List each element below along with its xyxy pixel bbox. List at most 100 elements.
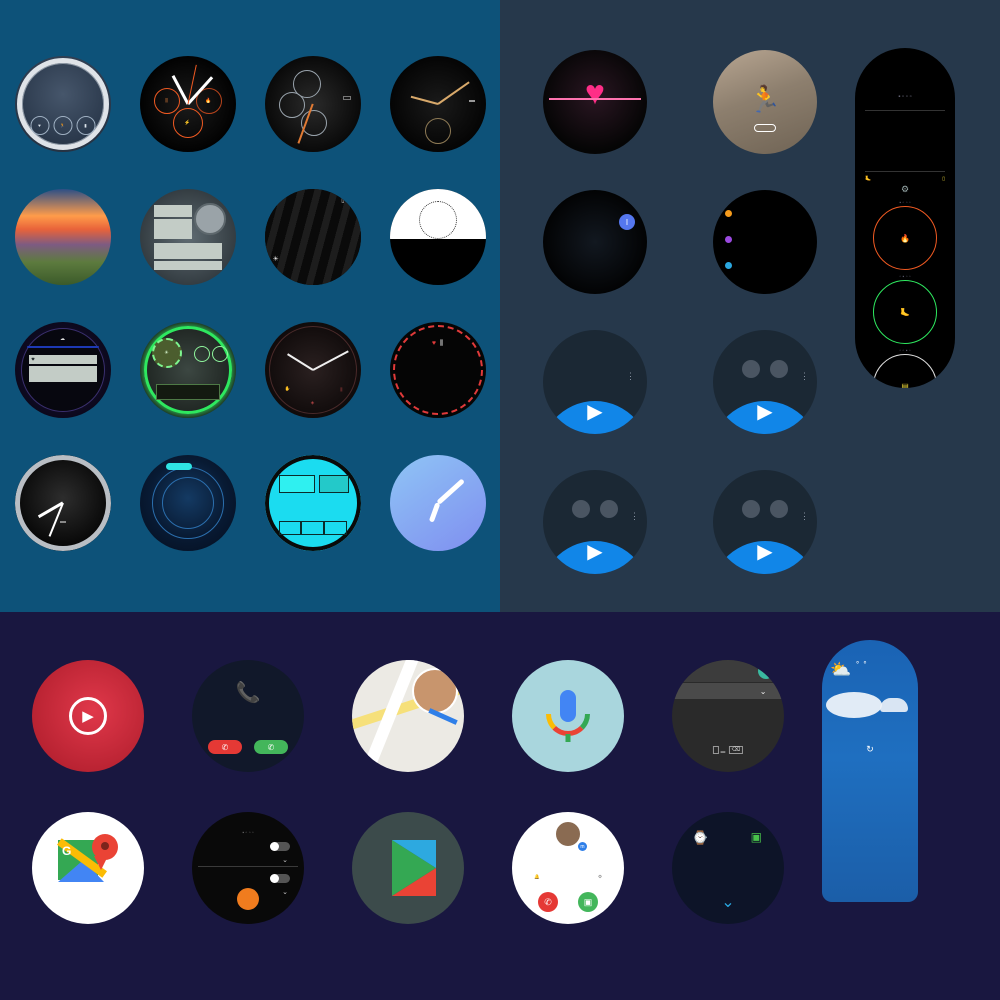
watch-face-item-simple[interactable]	[375, 455, 500, 588]
cloud-icon: ☁	[60, 336, 65, 342]
decrement-button[interactable]	[770, 360, 788, 378]
watch-preview-go: ▶ ⋮	[543, 330, 647, 434]
watch-face-item-outdoor[interactable]: ☁ ♥	[0, 322, 125, 455]
decline-call-icon[interactable]: ✆	[538, 892, 558, 912]
chevron-down-icon[interactable]: ⌄	[760, 687, 767, 696]
play-icon[interactable]: ▶	[587, 399, 602, 424]
sun-icon: ☀	[272, 256, 279, 263]
bezel-ring	[16, 58, 109, 150]
play-icon[interactable]: ▶	[69, 697, 107, 735]
alarm-1-toggle[interactable]	[270, 842, 290, 851]
decrement-button[interactable]	[770, 500, 788, 518]
decrement-button[interactable]	[600, 500, 618, 518]
workout-item-calorie[interactable]: ▶ ⋮	[680, 470, 850, 610]
bell-icon: 🔔	[534, 874, 540, 879]
smart-item-keyboard[interactable]: ✓ ⌄ ▁ ⌫	[648, 660, 808, 812]
smart-item-google-maps[interactable]: G	[8, 812, 168, 964]
watch-face-item-explorer[interactable]: ☀	[125, 322, 250, 455]
workout-grid: ♥ 🏃 I ▶ ⋮ ▶ ⋮ ▶ ⋮ ▶ ⋮	[510, 50, 850, 610]
workout-item-duration[interactable]: ▶ ⋮	[680, 330, 850, 470]
play-icon[interactable]: ▶	[587, 539, 602, 564]
steps-dot-icon	[725, 210, 732, 217]
workout-item-target-setting[interactable]: I	[510, 190, 680, 330]
workout-item-heart-rate[interactable]: ♥	[510, 50, 680, 190]
watch-preview-gallery	[14, 189, 111, 285]
play-icon[interactable]: ▶	[757, 399, 772, 424]
chevron-down-icon[interactable]: ⌄	[282, 888, 288, 896]
watch-face-panel: ♥ 🏃 ▮ ⫼ 🔥 ⚡ ▯ ☀ ☁ ♥ ☀ ✋ ⫼ ◈ ♥ ⫼	[0, 0, 500, 612]
more-dots-icon[interactable]: ⋮	[800, 371, 809, 381]
steps-readout: 🦶	[865, 176, 871, 182]
workout-item-distance[interactable]: ▶ ⋮	[510, 470, 680, 610]
workout-item-go[interactable]: ▶ ⋮	[510, 330, 680, 470]
watch-face-item-sport[interactable]: ▯ ☀	[250, 189, 375, 322]
more-dots-icon[interactable]: ⋮	[626, 371, 635, 381]
minute-hand	[436, 81, 470, 105]
watch-face-item-dual-city[interactable]	[375, 56, 500, 189]
workout-report-item[interactable]: ▪ ▫ ▫ ▫ 🦶 ▯ ⚙ ▪ ▫ ▫ ▫ 🔥 ▫ ▪ ▫ ▫ 🦶 ▫ ▫ ▪ …	[855, 48, 955, 394]
hr-value: ♥	[31, 356, 35, 363]
watch-face-item-classic[interactable]	[0, 455, 125, 588]
page-dots: ▪ ▫ ▫ ▫	[242, 830, 254, 836]
alarm-2-toggle[interactable]	[270, 874, 290, 883]
increment-button[interactable]	[742, 360, 760, 378]
smart-item-notification[interactable]: ⌚ ▣ ⌄	[648, 812, 808, 964]
smart-item-maps-nav[interactable]	[328, 660, 488, 812]
watch-preview-sports-mode: 🏃	[713, 50, 817, 154]
add-alarm-button[interactable]	[237, 888, 259, 910]
metric-1: ✋	[285, 386, 291, 392]
refresh-icon[interactable]: ↻	[866, 744, 874, 755]
watch-preview-explorer: ☀	[139, 322, 236, 418]
watch-face-item-activity-red[interactable]: ✋ ⫼ ◈	[250, 322, 375, 455]
remind-button[interactable]: 🔔	[534, 874, 540, 880]
distance-readout: ▯	[942, 176, 945, 182]
toggle-pedometer[interactable]: I	[619, 214, 635, 230]
increment-button[interactable]	[742, 500, 760, 518]
smart-item-alarm[interactable]: ▪ ▫ ▫ ▫ ⌄ ⌄	[168, 812, 328, 964]
watch-face-item-calendar[interactable]	[375, 189, 500, 322]
gauge-1	[193, 346, 210, 362]
gear-icon[interactable]: ⚙	[901, 184, 909, 195]
decline-call-icon[interactable]: ✆	[208, 740, 242, 754]
steps-icon: ⫼	[439, 340, 444, 347]
chevron-down-icon[interactable]: ⌄	[282, 856, 288, 864]
watch-face-item-energetic[interactable]: ⫼ 🔥 ⚡	[125, 56, 250, 189]
weather-temp: ☀	[273, 255, 279, 263]
watch-face-item-activity[interactable]: ♥ 🏃 ▮	[0, 56, 125, 189]
watch-face-item-gallery[interactable]	[0, 189, 125, 322]
backspace-icon[interactable]: ⌫	[728, 746, 744, 754]
more-dots-icon[interactable]: ⋮	[630, 511, 639, 521]
watch-face-item-star-view[interactable]	[125, 455, 250, 588]
smart-item-weather[interactable]: ⛅ ° ° ↻	[822, 640, 918, 908]
smart-item-call[interactable]: 📞 ✆ ✆	[168, 660, 328, 812]
watch-face-grid: ♥ 🏃 ▮ ⫼ 🔥 ⚡ ▯ ☀ ☁ ♥ ☀ ✋ ⫼ ◈ ♥ ⫼	[0, 56, 500, 588]
watch-face-item-running-coach[interactable]: ♥ ⫼	[375, 322, 500, 455]
smart-item-video-call[interactable]: m 🔔 ⚙ ✆ ▣	[488, 812, 648, 964]
watch-face-item-world-time[interactable]	[250, 455, 375, 588]
increment-button[interactable]	[572, 500, 590, 518]
message-button[interactable]: ⚙	[598, 874, 602, 880]
smart-item-google-store[interactable]	[328, 812, 488, 964]
workout-item-sports-mode[interactable]: 🏃	[680, 50, 850, 190]
watch-preview-dashboard	[264, 56, 361, 152]
date-window	[59, 521, 66, 523]
space-key[interactable]: ▁	[719, 747, 727, 753]
watch-face-item-global[interactable]	[125, 189, 250, 322]
smart-item-voice-search[interactable]	[488, 660, 648, 812]
footprint-icon: 🦶	[865, 176, 872, 182]
bolt-icon: ⚡	[184, 120, 191, 126]
smart-item-music[interactable]: ▶	[8, 660, 168, 812]
chevron-down-icon[interactable]: ⌄	[721, 892, 734, 912]
play-icon[interactable]: ▶	[757, 539, 772, 564]
watch-preview-dual-city	[389, 56, 486, 152]
watch-face-item-dashboard[interactable]	[250, 56, 375, 189]
more-dots-icon[interactable]: ⋮	[800, 511, 809, 521]
workout-item-activity-tracking[interactable]	[680, 190, 850, 330]
mode-chip[interactable]	[754, 124, 776, 132]
confirm-icon[interactable]: ✓	[758, 663, 774, 679]
heart-icon: ♥	[38, 122, 41, 128]
watch-preview-energetic: ⫼ 🔥 ⚡	[139, 56, 236, 152]
accept-video-icon[interactable]: ▣	[578, 892, 598, 912]
accept-call-icon[interactable]: ✆	[254, 740, 288, 754]
watch-preview-sport: ▯ ☀	[264, 189, 361, 285]
